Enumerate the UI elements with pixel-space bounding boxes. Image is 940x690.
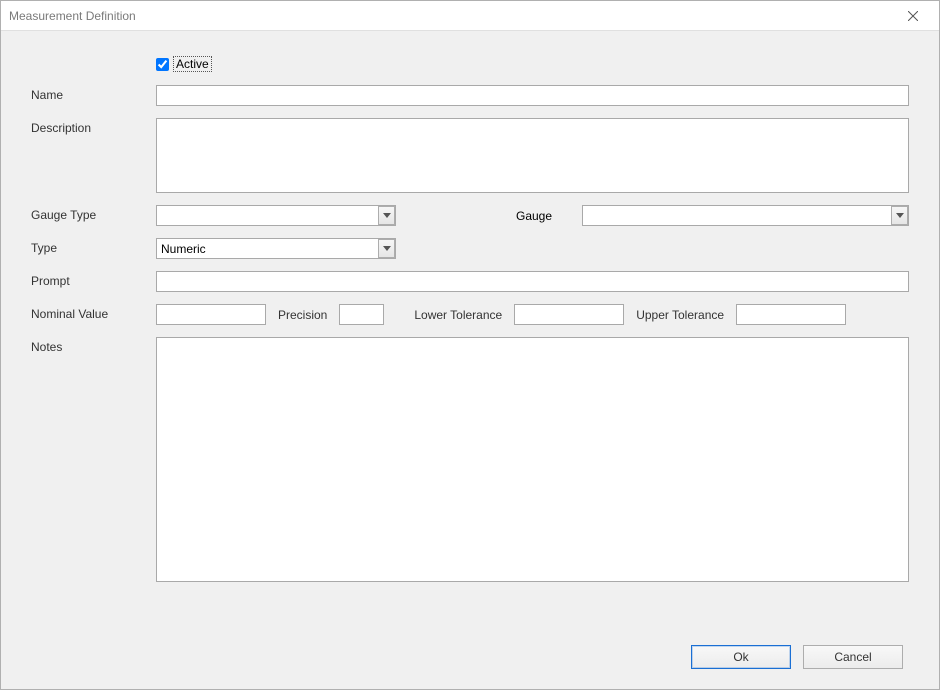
name-label: Name (31, 85, 156, 102)
active-label: Active (173, 56, 212, 72)
upper-tolerance-label: Upper Tolerance (634, 308, 726, 322)
name-input[interactable] (156, 85, 909, 106)
notes-textarea[interactable] (156, 337, 909, 582)
description-textarea[interactable] (156, 118, 909, 193)
dialog-content: Active Name Description Gauge Ty (1, 31, 939, 689)
row-active: Active (31, 56, 909, 73)
close-button[interactable] (893, 3, 933, 29)
button-bar: Ok Cancel (31, 635, 909, 679)
gauge-type-combo[interactable] (156, 205, 396, 226)
row-gauge: Gauge Type Gauge (31, 205, 909, 226)
type-label: Type (31, 238, 156, 255)
precision-label: Precision (276, 308, 329, 322)
lower-tolerance-label: Lower Tolerance (394, 308, 504, 322)
upper-tolerance-input[interactable] (736, 304, 846, 325)
row-prompt: Prompt (31, 271, 909, 292)
chevron-down-icon (896, 213, 904, 218)
prompt-input[interactable] (156, 271, 909, 292)
gauge-combo[interactable] (582, 205, 909, 226)
ok-button[interactable]: Ok (691, 645, 791, 669)
close-icon (908, 11, 918, 21)
row-notes: Notes (31, 337, 909, 582)
type-combo[interactable] (156, 238, 396, 259)
nominal-value-input[interactable] (156, 304, 266, 325)
type-dropdown-button[interactable] (378, 239, 395, 258)
prompt-label: Prompt (31, 271, 156, 288)
row-type: Type (31, 238, 909, 259)
precision-input[interactable] (339, 304, 384, 325)
gauge-type-combo-wrap[interactable] (156, 205, 396, 226)
type-combo-wrap[interactable] (156, 238, 396, 259)
row-description: Description (31, 118, 909, 193)
titlebar: Measurement Definition (1, 1, 939, 31)
gauge-combo-wrap[interactable] (582, 205, 909, 226)
active-checkbox-wrap[interactable]: Active (156, 56, 212, 72)
chevron-down-icon (383, 213, 391, 218)
chevron-down-icon (383, 246, 391, 251)
row-name: Name (31, 85, 909, 106)
nominal-value-label: Nominal Value (31, 304, 156, 321)
active-checkbox[interactable] (156, 58, 169, 71)
gauge-dropdown-button[interactable] (891, 206, 908, 225)
measurement-definition-dialog: Measurement Definition Active (0, 0, 940, 690)
gauge-type-dropdown-button[interactable] (378, 206, 395, 225)
gauge-label: Gauge (396, 209, 582, 223)
label-blank-active (31, 56, 156, 73)
row-nominal: Nominal Value Precision Lower Tolerance … (31, 304, 909, 325)
gauge-type-label: Gauge Type (31, 205, 156, 222)
notes-label: Notes (31, 337, 156, 354)
form-area: Active Name Description Gauge Ty (31, 56, 909, 635)
cancel-button[interactable]: Cancel (803, 645, 903, 669)
description-label: Description (31, 118, 156, 135)
window-title: Measurement Definition (9, 9, 136, 23)
lower-tolerance-input[interactable] (514, 304, 624, 325)
